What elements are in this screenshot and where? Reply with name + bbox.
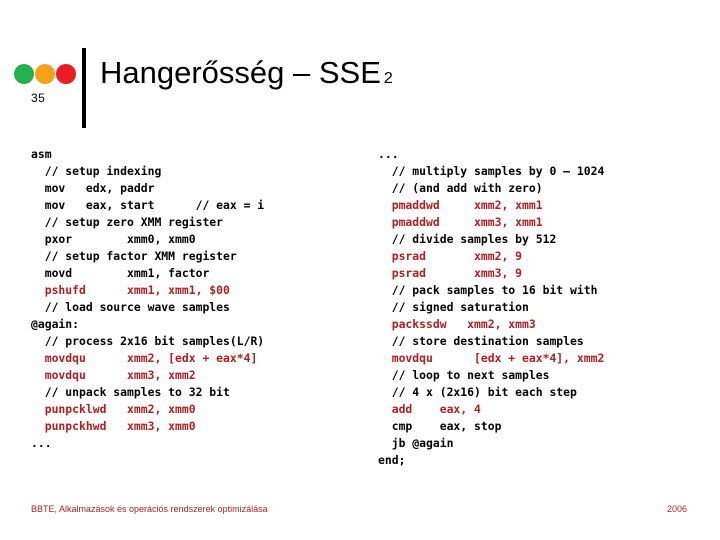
code-token-plain: ... <box>31 436 52 450</box>
slide-header: 35 Hangerősség – SSE 2 <box>0 0 720 135</box>
orange-dot-icon <box>35 64 55 84</box>
code-line: punpckhwd xmm3, xmm0 <box>31 418 264 435</box>
code-token-plain: pxor xmm0, xmm0 <box>31 232 196 246</box>
code-line: movdqu [edx + eax*4], xmm2 <box>378 350 605 367</box>
code-token-comment: // unpack samples to 32 bit <box>31 385 230 399</box>
code-line: // signed saturation <box>378 299 604 316</box>
page-title-main: Hangerősség – SSE <box>100 55 381 90</box>
code-token-comment: // setup zero XMM register <box>31 215 224 229</box>
code-token-comment: // load source wave samples <box>31 300 230 314</box>
code-line: // setup zero XMM register <box>31 214 264 231</box>
code-line: add eax, 4 <box>378 401 604 418</box>
code-line: cmp eax, stop <box>378 418 604 435</box>
page-title: Hangerősség – SSE 2 <box>100 54 393 98</box>
code-line: // load source wave samples <box>31 299 264 316</box>
code-line: // setup indexing <box>31 163 264 180</box>
code-line: pmaddwd xmm2, xmm1 <box>378 197 604 214</box>
code-token-mn: punpckhwd xmm3, xmm0 <box>31 419 196 433</box>
code-token-comment: // loop to next samples <box>378 368 550 382</box>
code-line: // (and add with zero) <box>378 180 604 197</box>
code-area: asm // setup indexing mov edx, paddr mov… <box>0 146 720 486</box>
code-column-right: ... // multiply samples by 0 – 1024 // (… <box>378 146 604 469</box>
code-token-comment: // divide samples by 512 <box>378 232 557 246</box>
page-title-subscript: 2 <box>383 70 393 87</box>
code-line: jb @again <box>378 435 604 452</box>
code-token-mn: movdqu [edx + eax*4], xmm2 <box>378 351 605 365</box>
code-line: @again: <box>31 316 264 333</box>
code-line: psrad xmm2, 9 <box>378 248 604 265</box>
code-token-plain: mov edx, paddr <box>31 181 155 195</box>
footer-year: 2006 <box>666 504 687 514</box>
title-vertical-rule <box>82 48 86 128</box>
code-line: pxor xmm0, xmm0 <box>31 231 264 248</box>
code-line: // store destination samples <box>378 333 604 350</box>
code-column-left: asm // setup indexing mov edx, paddr mov… <box>31 146 264 452</box>
code-token-plain: @again: <box>31 317 80 331</box>
code-token-mn: pmaddwd xmm2, xmm1 <box>378 198 543 212</box>
footer-course-text: BBTE, Alkalmazások és operációs rendszer… <box>31 504 268 514</box>
code-token-comment: // pack samples to 16 bit with <box>378 283 598 297</box>
code-token-mn: add eax, 4 <box>378 402 481 416</box>
code-token-comment: // process 2x16 bit samples(L/R) <box>31 334 265 348</box>
green-dot-icon <box>14 64 34 84</box>
code-line: // divide samples by 512 <box>378 231 604 248</box>
red-dot-icon <box>56 64 76 84</box>
code-line: end; <box>378 452 604 469</box>
code-token-comment: // setup indexing <box>31 164 162 178</box>
code-token-mn: psrad xmm3, 9 <box>378 266 523 280</box>
code-line: // multiply samples by 0 – 1024 <box>378 163 605 180</box>
code-line: ... <box>378 146 604 163</box>
code-line: movdqu xmm3, xmm2 <box>31 367 264 384</box>
code-token-comment: // signed saturation <box>378 300 529 314</box>
code-token-mn: psrad xmm2, 9 <box>378 249 523 263</box>
code-line: // loop to next samples <box>378 367 604 384</box>
code-token-mn: pshufd xmm1, xmm1, $00 <box>31 283 230 297</box>
code-line: // unpack samples to 32 bit <box>31 384 264 401</box>
code-token-mn: movdqu xmm3, xmm2 <box>31 368 196 382</box>
code-token-plain: movd xmm1, factor <box>31 266 210 280</box>
code-token-plain: mov eax, start // eax = i <box>31 198 265 212</box>
code-line: punpcklwd xmm2, xmm0 <box>31 401 264 418</box>
code-line: // pack samples to 16 bit with <box>378 282 604 299</box>
code-token-plain: jb @again <box>378 436 454 450</box>
code-token-plain: cmp eax, stop <box>378 419 502 433</box>
code-token-plain: ... <box>378 147 399 161</box>
code-line: packssdw xmm2, xmm3 <box>378 316 604 333</box>
code-line: asm <box>31 146 264 163</box>
code-token-mn: packssdw xmm2, xmm3 <box>378 317 536 331</box>
code-line: movdqu xmm2, [edx + eax*4] <box>31 350 264 367</box>
code-token-mn: punpcklwd xmm2, xmm0 <box>31 402 196 416</box>
code-token-comment: // (and add with zero) <box>378 181 543 195</box>
slide-number: 35 <box>31 91 46 105</box>
code-line: // setup factor XMM register <box>31 248 264 265</box>
code-token-comment: // multiply samples by 0 – 1024 <box>378 164 605 178</box>
code-line: ... <box>31 435 264 452</box>
code-line: // process 2x16 bit samples(L/R) <box>31 333 264 350</box>
code-token-mn: pmaddwd xmm3, xmm1 <box>378 215 543 229</box>
code-token-comment: // setup factor XMM register <box>31 249 237 263</box>
code-token-plain: asm <box>31 147 52 161</box>
code-line: movd xmm1, factor <box>31 265 264 282</box>
code-token-mn: movdqu xmm2, [edx + eax*4] <box>31 351 258 365</box>
code-line: pmaddwd xmm3, xmm1 <box>378 214 604 231</box>
code-line: pshufd xmm1, xmm1, $00 <box>31 282 264 299</box>
code-token-comment: // store destination samples <box>378 334 584 348</box>
code-line: // 4 x (2x16) bit each step <box>378 384 604 401</box>
traffic-dots-group <box>14 64 76 86</box>
code-token-comment: // 4 x (2x16) bit each step <box>378 385 577 399</box>
slide-footer: BBTE, Alkalmazások és operációs rendszer… <box>0 498 720 540</box>
code-token-plain: end; <box>378 453 406 467</box>
code-line: mov eax, start // eax = i <box>31 197 264 214</box>
code-line: mov edx, paddr <box>31 180 264 197</box>
code-line: psrad xmm3, 9 <box>378 265 604 282</box>
